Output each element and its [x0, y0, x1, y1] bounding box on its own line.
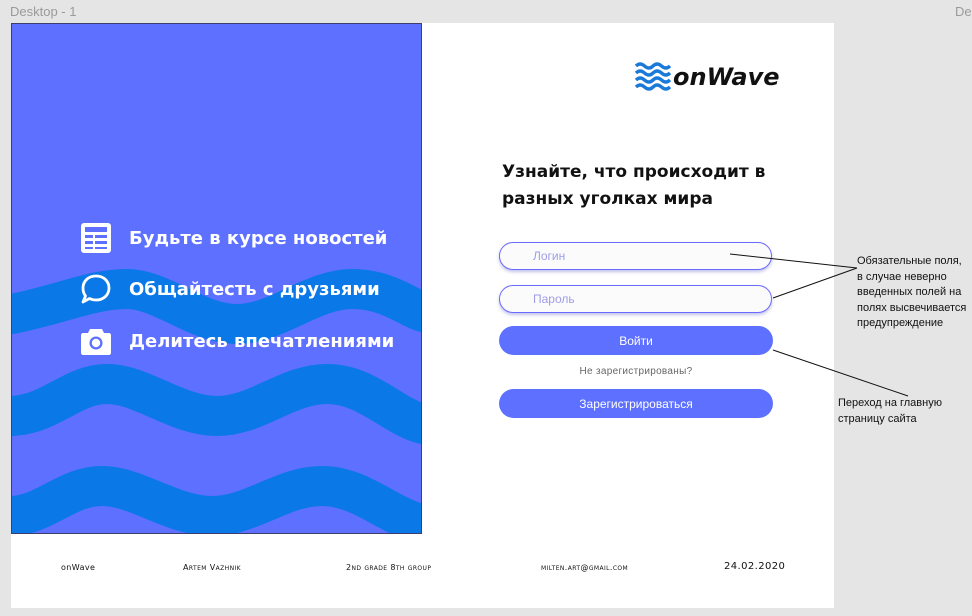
frame-label: Desktop - 1 — [10, 4, 77, 19]
footer-group: 2nd grade 8th group — [346, 563, 432, 572]
password-input[interactable] — [499, 285, 772, 313]
footer-date: 24.02.2020 — [724, 561, 786, 572]
feature-chat: Общайтесть с друзьями — [80, 273, 380, 305]
hero-panel: Будьте в курсе новостей Общайтесть с дру… — [11, 23, 422, 534]
chat-bubble-icon — [81, 274, 111, 304]
annotation-main-page: Переход на главную страницу сайта — [838, 397, 942, 425]
feature-news: Будьте в курсе новостей — [80, 222, 387, 254]
wave-logo-icon — [635, 62, 671, 91]
feature-camera-label: Делитесь впечатлениями — [129, 330, 395, 352]
annotation-required-fields: Обязательные поля, в случае неверно введ… — [857, 255, 967, 329]
feature-news-label: Будьте в курсе новостей — [129, 227, 388, 249]
newspaper-icon — [81, 223, 111, 253]
login-input[interactable] — [499, 242, 772, 270]
next-frame-label: De — [955, 4, 972, 19]
feature-camera: Делитесь впечатлениями — [80, 325, 394, 357]
logo: onWave — [635, 61, 780, 93]
headline: Узнайте, что происходит в разных уголках… — [502, 162, 766, 209]
footer-brand: onWave — [61, 563, 96, 572]
footer-author: Artem Vazhnik — [183, 563, 241, 572]
logo-text: onWave — [673, 63, 780, 91]
footer-email: milten.art@gmail.com — [541, 563, 629, 572]
artboard: Будьте в курсе новостей Общайтесть с дру… — [11, 23, 834, 608]
login-button[interactable]: Войти — [499, 326, 773, 355]
camera-icon — [81, 329, 111, 355]
not-registered-text: Не зарегистрированы? — [579, 366, 693, 377]
feature-chat-label: Общайтесть с друзьями — [129, 278, 380, 300]
register-button[interactable]: Зарегистрироваться — [499, 389, 773, 418]
